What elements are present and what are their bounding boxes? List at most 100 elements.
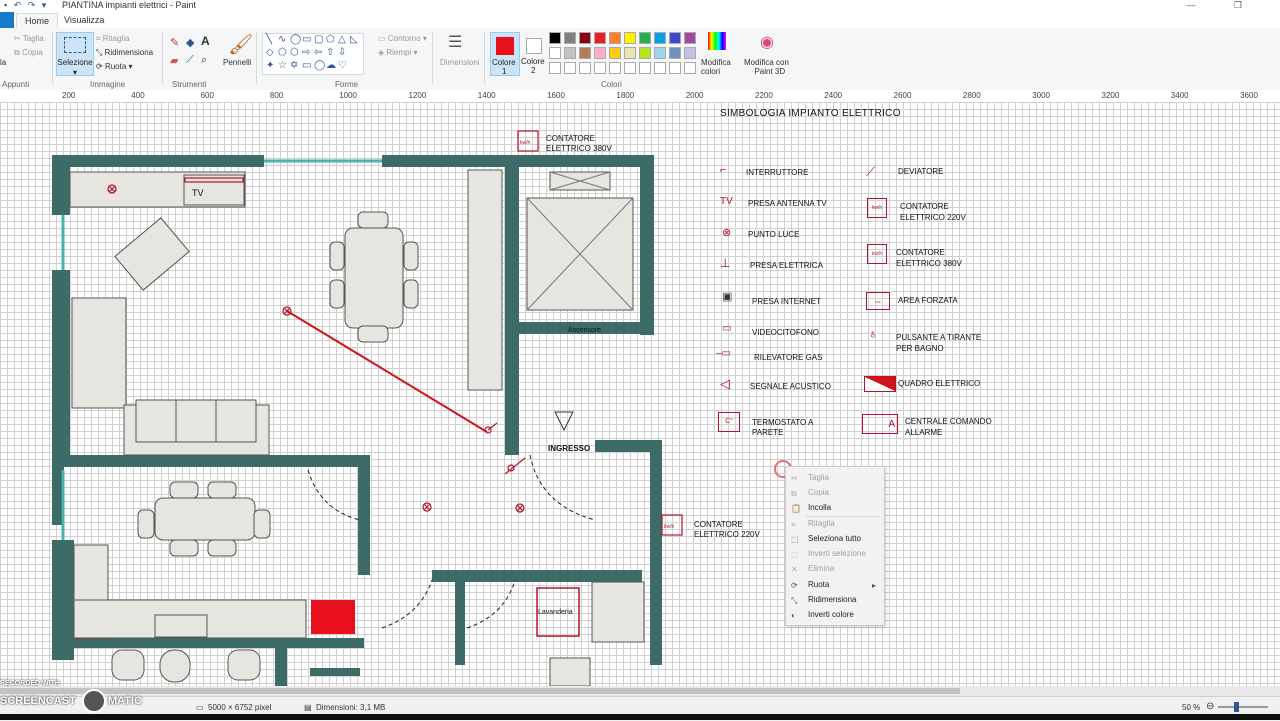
palette-swatch[interactable] bbox=[654, 32, 666, 44]
shapes-gallery[interactable]: ╲ ∿ ◯ ▭ ▢ ⬠ △ ◺ ◇ ⬠ ⬡ ⇨ ⇦ ⇧ ⇩ ✦ ☆ ✡ ▭ ◯ … bbox=[262, 33, 364, 75]
palette-swatch-empty[interactable] bbox=[609, 62, 621, 74]
palette-swatch[interactable] bbox=[594, 32, 606, 44]
crop-button[interactable]: ⌗ Ritaglia bbox=[96, 34, 129, 44]
palette-swatch-empty[interactable] bbox=[639, 62, 651, 74]
rounded-rect-shape-icon[interactable]: ▢ bbox=[314, 34, 323, 45]
callout-oval-shape-icon[interactable]: ◯ bbox=[314, 60, 325, 71]
window-controls[interactable]: — ❐ bbox=[1186, 0, 1260, 11]
star6-shape-icon[interactable]: ✡ bbox=[290, 60, 298, 71]
group-shapes-label: Forme bbox=[335, 80, 359, 89]
palette-swatch-empty[interactable] bbox=[684, 62, 696, 74]
palette-swatch[interactable] bbox=[609, 47, 621, 59]
menu-item-copy[interactable]: Copia bbox=[808, 488, 829, 497]
legend-thermostat-2: PARETE bbox=[752, 428, 784, 437]
heart-shape-icon[interactable]: ♡ bbox=[338, 60, 347, 71]
palette-swatch-empty[interactable] bbox=[579, 62, 591, 74]
zoom-slider[interactable] bbox=[1218, 702, 1268, 712]
color2-button[interactable]: Colore 2 bbox=[520, 32, 548, 75]
menu-item-cut[interactable]: Taglia bbox=[808, 473, 829, 482]
curve-shape-icon[interactable]: ∿ bbox=[278, 34, 286, 45]
zoom-out-icon[interactable]: ⊖ bbox=[1206, 701, 1214, 712]
palette-swatch[interactable] bbox=[669, 32, 681, 44]
hexagon-shape-icon[interactable]: ⬡ bbox=[290, 47, 299, 58]
palette-swatch-empty[interactable] bbox=[594, 62, 606, 74]
paste-button[interactable]: la bbox=[0, 58, 6, 67]
drawing-canvas[interactable]: TV Ascensore INGRESSO Lavanderia kw/h CO… bbox=[0, 102, 1280, 686]
copy-icon: ⧉ bbox=[14, 48, 22, 57]
fill-icon[interactable]: ◆ bbox=[186, 36, 194, 49]
line-shape-icon[interactable]: ╲ bbox=[266, 34, 272, 45]
oval-shape-icon[interactable]: ◯ bbox=[290, 34, 301, 45]
palette-swatch[interactable] bbox=[639, 32, 651, 44]
palette-swatch[interactable] bbox=[639, 47, 651, 59]
outline-button[interactable]: ▭ Contorno ▾ bbox=[378, 34, 427, 43]
pentagon-shape-icon[interactable]: ⬠ bbox=[278, 47, 287, 58]
polygon-shape-icon[interactable]: ⬠ bbox=[326, 34, 335, 45]
horizontal-scrollbar[interactable] bbox=[0, 686, 1280, 696]
palette-swatch-empty[interactable] bbox=[624, 62, 636, 74]
diamond-shape-icon[interactable]: ◇ bbox=[266, 47, 274, 58]
palette-swatch[interactable] bbox=[549, 47, 561, 59]
arrow-up-shape-icon[interactable]: ⇧ bbox=[326, 47, 334, 58]
select-button[interactable]: Selezione ▾ bbox=[56, 32, 94, 77]
palette-swatch[interactable] bbox=[624, 32, 636, 44]
palette-swatch[interactable] bbox=[579, 47, 591, 59]
quick-access-icons[interactable]: ▪ ↶ ↷ ▾ bbox=[4, 0, 48, 11]
menu-item-invert-color[interactable]: Inverti colore bbox=[808, 610, 854, 619]
palette-swatch[interactable] bbox=[564, 32, 576, 44]
line-width-icon[interactable]: ☰ bbox=[448, 32, 462, 52]
star4-shape-icon[interactable]: ✦ bbox=[266, 60, 274, 71]
color-picker-icon[interactable]: ⟋ bbox=[186, 54, 194, 67]
arrow-right-shape-icon[interactable]: ⇨ bbox=[302, 47, 310, 58]
right-triangle-shape-icon[interactable]: ◺ bbox=[350, 34, 358, 45]
copy-button[interactable]: ⧉ Copia bbox=[14, 48, 43, 58]
menu-item-delete[interactable]: Elimina bbox=[808, 564, 834, 573]
resize-button[interactable]: ⤡ Ridimensiona bbox=[96, 48, 153, 58]
color1-button[interactable]: Colore 1 bbox=[490, 32, 520, 76]
tab-view[interactable]: Visualizza bbox=[56, 13, 112, 28]
paint3d-button[interactable]: Modifica con Paint 3D bbox=[744, 58, 789, 76]
palette-swatch-empty[interactable] bbox=[564, 62, 576, 74]
brush-icon[interactable]: 🖌 bbox=[228, 32, 253, 57]
triangle-shape-icon[interactable]: △ bbox=[338, 34, 346, 45]
menu-item-rotate[interactable]: Ruota bbox=[808, 580, 829, 589]
eraser-icon[interactable]: ▰ bbox=[170, 54, 178, 67]
cut-button[interactable]: ✂ Taglia bbox=[14, 34, 44, 43]
palette-swatch[interactable] bbox=[684, 47, 696, 59]
legend-electric-panel: QUADRO ELETTRICO bbox=[898, 379, 981, 388]
menu-item-paste[interactable]: Incolla bbox=[808, 503, 831, 512]
arrow-down-shape-icon[interactable]: ⇩ bbox=[338, 47, 346, 58]
rotate-button[interactable]: ⟳ Ruota ▾ bbox=[96, 62, 133, 71]
palette-swatch[interactable] bbox=[579, 32, 591, 44]
menu-item-invert-selection[interactable]: Inverti selezione bbox=[808, 549, 866, 558]
palette-swatch[interactable] bbox=[669, 47, 681, 59]
star5-shape-icon[interactable]: ☆ bbox=[278, 60, 287, 71]
palette-swatch-empty[interactable] bbox=[654, 62, 666, 74]
callout-rect-shape-icon[interactable]: ▭ bbox=[302, 60, 311, 71]
menu-item-select-all[interactable]: Seleziona tutto bbox=[808, 534, 861, 543]
rectangle-shape-icon[interactable]: ▭ bbox=[302, 34, 311, 45]
palette-swatch[interactable] bbox=[594, 47, 606, 59]
menu-item-resize[interactable]: Ridimensiona bbox=[808, 595, 856, 604]
text-tool-icon[interactable]: A bbox=[201, 34, 210, 48]
zoom-slider-thumb[interactable] bbox=[1234, 702, 1239, 712]
magnifier-icon[interactable]: ⌕ bbox=[201, 54, 207, 67]
palette-swatch[interactable] bbox=[684, 32, 696, 44]
palette-swatch[interactable] bbox=[564, 47, 576, 59]
palette-swatch[interactable] bbox=[624, 47, 636, 59]
palette-swatch[interactable] bbox=[549, 32, 561, 44]
size-button[interactable]: Dimensioni bbox=[440, 58, 480, 67]
edit-colors-button[interactable]: Modifica colori bbox=[701, 58, 731, 76]
brushes-button[interactable]: Pennelli bbox=[223, 58, 251, 67]
palette-swatch[interactable] bbox=[609, 32, 621, 44]
fill-button[interactable]: ◈ Riempi ▾ bbox=[378, 48, 418, 57]
palette-swatch-empty[interactable] bbox=[549, 62, 561, 74]
palette-swatch[interactable] bbox=[654, 47, 666, 59]
arrow-left-shape-icon[interactable]: ⇦ bbox=[314, 47, 322, 58]
pencil-icon[interactable]: ✎ bbox=[170, 36, 179, 49]
cloud-shape-icon[interactable]: ☁ bbox=[326, 60, 336, 71]
file-menu-button[interactable] bbox=[0, 12, 14, 28]
menu-item-crop[interactable]: Ritaglia bbox=[808, 519, 835, 528]
tab-home[interactable]: Home bbox=[16, 13, 59, 29]
palette-swatch-empty[interactable] bbox=[669, 62, 681, 74]
